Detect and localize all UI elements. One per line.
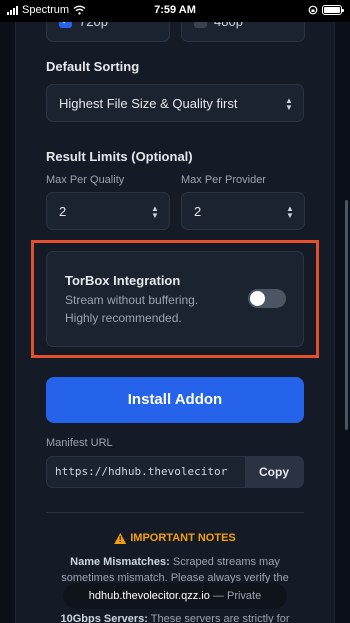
note-heading: Name Mismatches: [70,556,170,568]
scrollbar[interactable] [345,200,348,430]
sorting-value: Highest File Size & Quality first [59,96,238,111]
manifest-url-value[interactable]: https://hdhub.thevolecitor [55,457,245,487]
browser-address-pill[interactable]: hdhub.thevolecitor.qzz.io — Private [63,583,287,609]
max-per-quality-value: 2 [59,204,67,219]
install-addon-button[interactable]: Install Addon [46,377,304,423]
manifest-url-field[interactable]: https://hdhub.thevolecitor Copy [46,456,304,488]
notes-heading: ! IMPORTANT NOTES [0,532,350,544]
clock: 7:59 AM [154,4,196,16]
max-per-provider-label: Max Per Provider [181,174,266,186]
chevron-updown-icon: ▲ ▼ [286,204,294,220]
rotation-lock-icon [308,5,318,15]
status-bar: Spectrum 7:59 AM [0,0,350,22]
battery-icon [322,5,344,15]
max-per-quality-label: Max Per Quality [46,174,125,186]
chevron-updown-icon: ▲ ▼ [285,96,293,112]
note-item: Name Mismatches: Scraped streams may som… [50,554,300,586]
notes-title: IMPORTANT NOTES [130,532,236,544]
note-item: 10Gbps Servers: These servers are strict… [50,611,300,623]
sorting-label: Default Sorting [46,59,140,74]
sorting-select[interactable]: Highest File Size & Quality first ▲ ▼ [46,84,304,122]
limits-label: Result Limits (Optional) [46,149,193,164]
copy-button[interactable]: Copy [245,457,303,487]
private-mode-label: — Private [212,590,262,602]
browser-domain: hdhub.thevolecitor.qzz.io [88,590,210,602]
highlight-annotation [31,240,319,358]
note-text: These servers are strictly for [147,613,290,623]
max-per-quality-select[interactable]: 2 ▲ ▼ [46,192,170,230]
warning-icon: ! [114,533,127,544]
note-text: Scraped streams may [169,556,280,568]
manifest-label: Manifest URL [46,437,113,449]
divider [46,512,304,513]
chevron-updown-icon: ▲ ▼ [151,204,159,220]
max-per-provider-select[interactable]: 2 ▲ ▼ [181,192,305,230]
max-per-provider-value: 2 [194,204,202,219]
page: ✓ 720p 480p Default Sorting Highest File… [0,0,350,623]
note-heading: 10Gbps Servers: [60,613,148,623]
